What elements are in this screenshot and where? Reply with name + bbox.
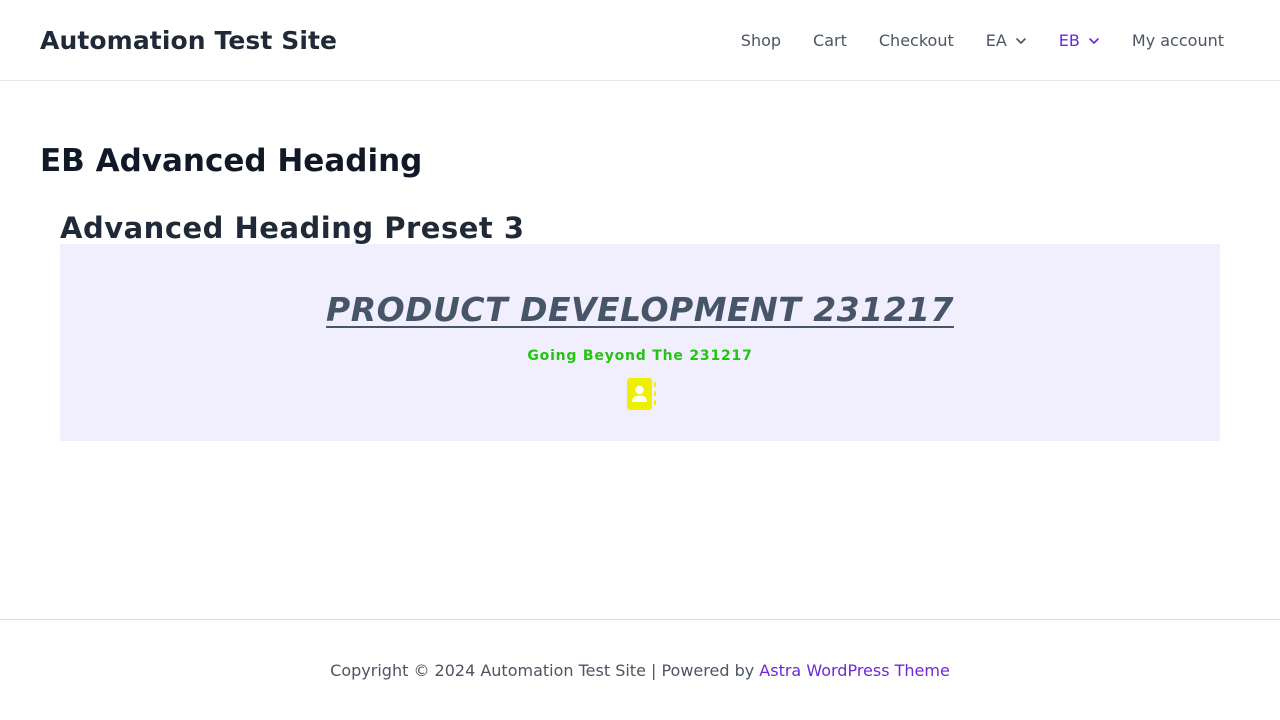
astra-theme-link[interactable]: Astra WordPress Theme [759,661,950,680]
site-footer: Copyright © 2024 Automation Test Site | … [0,619,1280,720]
site-title-link[interactable]: Automation Test Site [40,24,337,58]
advanced-heading-title: PRODUCT DEVELOPMENT 231217 [326,290,954,329]
advanced-heading-subtitle: Going Beyond The 231217 [527,348,753,364]
nav-item-eb[interactable]: EB [1043,0,1116,81]
nav-item-label: EB [1058,31,1080,50]
nav-item-label: Shop [740,31,782,50]
copyright-text: Copyright © 2024 Automation Test Site | … [330,661,760,680]
nav-item-shop[interactable]: Shop [725,0,797,81]
advanced-heading-block: PRODUCT DEVELOPMENT 231217 Going Beyond … [60,244,1220,441]
footer-copyright: Copyright © 2024 Automation Test Site | … [0,661,1280,681]
nav-item-label: Checkout [878,31,954,50]
primary-navigation: Shop Cart Checkout EA EB My account [725,0,1240,81]
section-heading: Advanced Heading Preset 3 [60,211,525,245]
nav-item-ea[interactable]: EA [970,0,1043,81]
nav-item-cart[interactable]: Cart [797,0,863,81]
chevron-down-icon[interactable] [1015,35,1027,47]
nav-item-label: EA [985,31,1007,50]
nav-item-my-account[interactable]: My account [1116,0,1240,81]
nav-item-checkout[interactable]: Checkout [863,0,970,81]
address-book-icon [627,378,656,410]
nav-item-label: My account [1131,31,1224,50]
chevron-down-icon[interactable] [1088,35,1100,47]
site-header: Automation Test Site Shop Cart Checkout … [0,0,1280,81]
page-title: EB Advanced Heading [40,143,423,179]
nav-item-label: Cart [813,31,847,50]
